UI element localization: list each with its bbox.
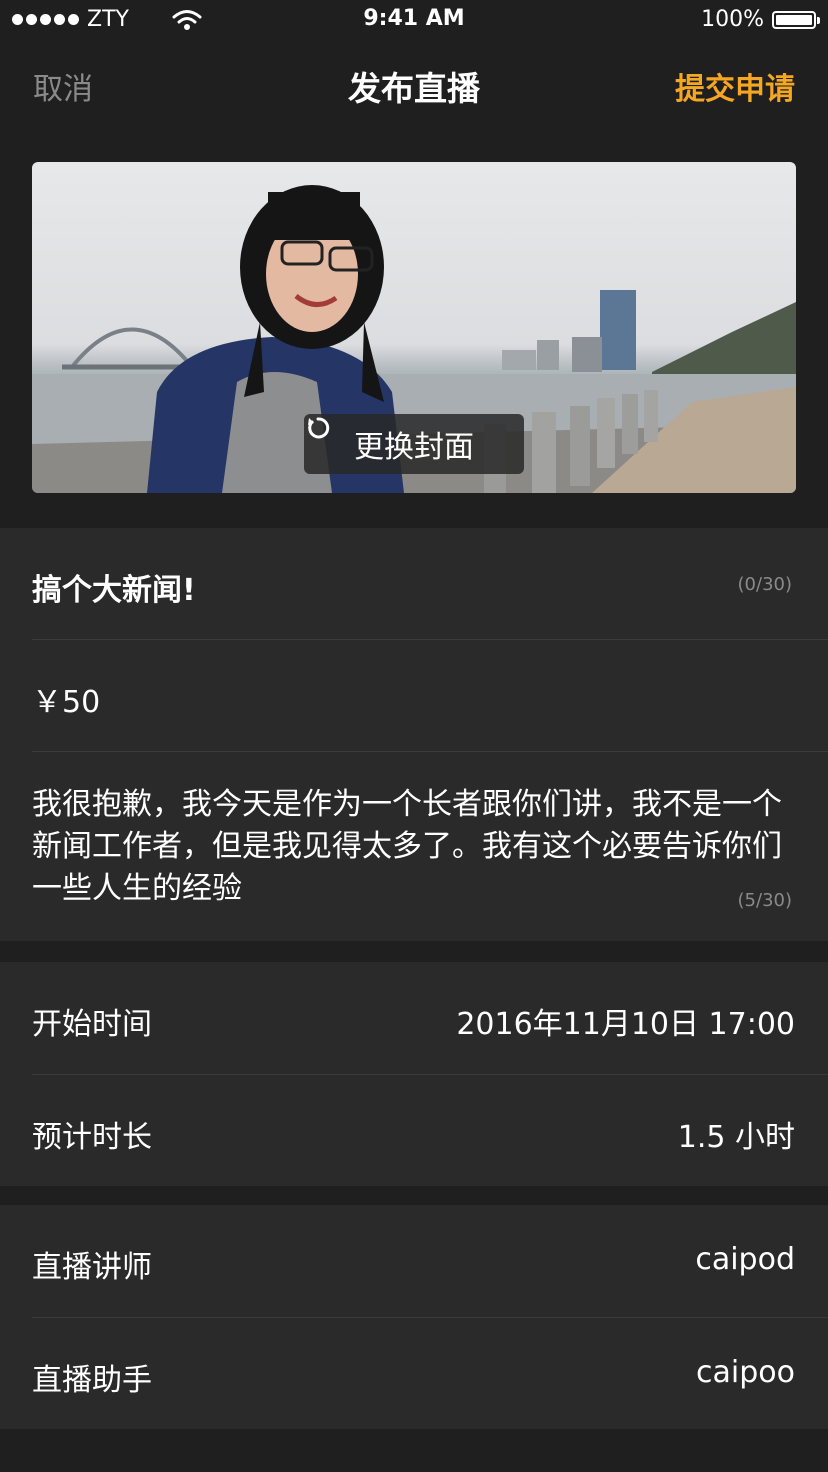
description-row[interactable]: 我很抱歉，我今天是作为一个长者跟你们讲，我不是一个新闻工作者，但是我见得太多了。…: [32, 752, 828, 941]
description-input[interactable]: 我很抱歉，我今天是作为一个长者跟你们讲，我不是一个新闻工作者，但是我见得太多了。…: [32, 784, 796, 910]
price-row[interactable]: ￥50: [32, 640, 828, 752]
schedule-section: 开始时间 2016年11月10日 17:00 预计时长 1.5 小时: [0, 962, 828, 1186]
live-title-input[interactable]: 搞个大新闻!: [32, 565, 196, 609]
lecturer-label: 直播讲师: [32, 1250, 152, 1285]
cover-image[interactable]: 更换封面: [32, 162, 796, 493]
description-counter: (5/30): [737, 890, 792, 911]
start-time-label: 开始时间: [32, 1007, 152, 1042]
lecturer-value[interactable]: caipod: [695, 1242, 795, 1277]
change-cover-button[interactable]: 更换封面: [304, 414, 524, 474]
start-time-row[interactable]: 开始时间 2016年11月10日 17:00: [32, 962, 828, 1075]
battery-percent: 100%: [701, 7, 764, 32]
battery-icon: [772, 10, 820, 29]
battery-status: 100%: [701, 7, 820, 32]
duration-row[interactable]: 预计时长 1.5 小时: [32, 1075, 828, 1187]
submit-application-button[interactable]: 提交申请: [675, 64, 795, 108]
navigation-bar: 取消 发布直播 提交申请: [0, 40, 828, 128]
title-counter: (0/30): [737, 574, 792, 595]
live-info-section: 搞个大新闻! (0/30) ￥50 我很抱歉，我今天是作为一个长者跟你们讲，我不…: [0, 528, 828, 941]
status-bar: ZTY 9:41 AM 100%: [0, 0, 828, 40]
assistant-row[interactable]: 直播助手 caipoo: [32, 1318, 828, 1430]
price-input[interactable]: ￥50: [32, 677, 100, 721]
duration-value[interactable]: 1.5 小时: [678, 1112, 795, 1156]
change-cover-label: 更换封面: [354, 430, 474, 465]
lecturer-row[interactable]: 直播讲师 caipod: [32, 1205, 828, 1318]
start-time-value[interactable]: 2016年11月10日 17:00: [456, 999, 795, 1043]
assistant-label: 直播助手: [32, 1363, 152, 1398]
people-section: 直播讲师 caipod 直播助手 caipoo: [0, 1205, 828, 1429]
refresh-icon: [308, 417, 330, 439]
title-row[interactable]: 搞个大新闻! (0/30): [32, 528, 828, 640]
assistant-value[interactable]: caipoo: [696, 1355, 795, 1390]
duration-label: 预计时长: [32, 1120, 152, 1155]
